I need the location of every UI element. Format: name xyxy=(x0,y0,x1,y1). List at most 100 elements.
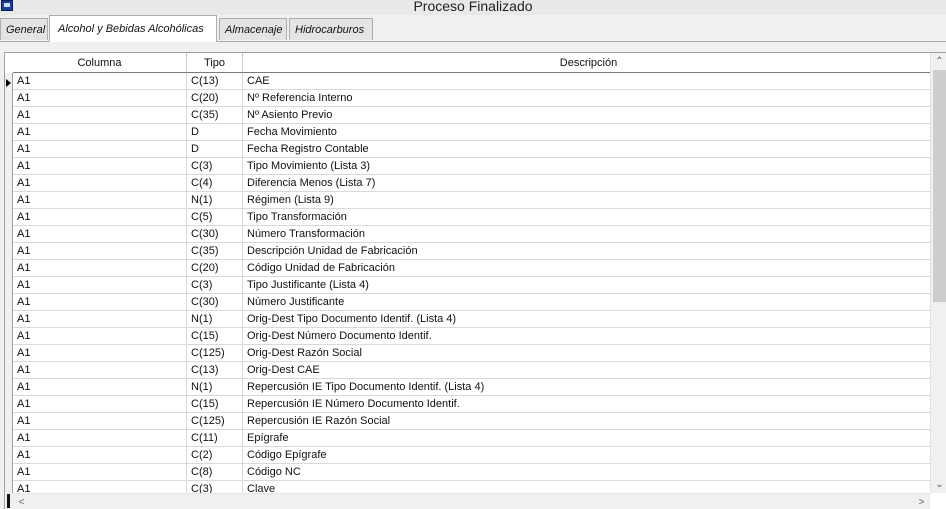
table-row[interactable]: A1 C(30) Número Justificante xyxy=(13,294,934,311)
table-row[interactable]: A1 C(35) Nº Asiento Previo xyxy=(13,107,934,124)
cell-descripcion[interactable]: Número Justificante xyxy=(243,294,934,310)
cell-descripcion[interactable]: Código Epígrafe xyxy=(243,447,934,463)
cell-tipo[interactable]: N(1) xyxy=(187,379,243,395)
scroll-up-icon[interactable]: ⌃ xyxy=(931,53,946,70)
table-row[interactable]: A1 C(20) Nº Referencia Interno xyxy=(13,90,934,107)
cell-descripcion[interactable]: Orig-Dest Tipo Documento Identif. (Lista… xyxy=(243,311,934,327)
cell-descripcion[interactable]: Orig-Dest Número Documento Identif. xyxy=(243,328,934,344)
cell-tipo[interactable]: C(20) xyxy=(187,90,243,106)
tab-alcohol-bebidas[interactable]: Alcohol y Bebidas Alcohólicas xyxy=(49,15,217,42)
cell-columna[interactable]: A1 xyxy=(13,192,187,208)
cell-descripcion[interactable]: Nº Asiento Previo xyxy=(243,107,934,123)
cell-tipo[interactable]: C(15) xyxy=(187,328,243,344)
scroll-right-icon[interactable]: > xyxy=(913,494,930,509)
cell-descripcion[interactable]: Repercusión IE Número Documento Identif. xyxy=(243,396,934,412)
cell-descripcion[interactable]: Código NC xyxy=(243,464,934,480)
cell-columna[interactable]: A1 xyxy=(13,294,187,310)
cell-descripcion[interactable]: Diferencia Menos (Lista 7) xyxy=(243,175,934,191)
cell-tipo[interactable]: D xyxy=(187,124,243,140)
cell-descripcion[interactable]: Epígrafe xyxy=(243,430,934,446)
cell-columna[interactable]: A1 xyxy=(13,73,187,89)
cell-tipo[interactable]: C(2) xyxy=(187,447,243,463)
column-header-tipo[interactable]: Tipo xyxy=(187,53,243,72)
cell-descripcion[interactable]: CAE xyxy=(243,73,934,89)
cell-tipo[interactable]: C(15) xyxy=(187,396,243,412)
cell-columna[interactable]: A1 xyxy=(13,107,187,123)
vertical-scroll-thumb[interactable] xyxy=(933,70,946,302)
tab-general[interactable]: General xyxy=(0,18,48,40)
cell-descripcion[interactable]: Orig-Dest Razón Social xyxy=(243,345,934,361)
cell-columna[interactable]: A1 xyxy=(13,226,187,242)
cell-columna[interactable]: A1 xyxy=(13,277,187,293)
table-row[interactable]: A1 C(11) Epígrafe xyxy=(13,430,934,447)
cell-tipo[interactable]: C(125) xyxy=(187,345,243,361)
table-row[interactable]: A1 C(15) Repercusión IE Número Documento I… xyxy=(13,396,934,413)
cell-tipo[interactable]: C(11) xyxy=(187,430,243,446)
table-row[interactable]: A1 D Fecha Movimiento xyxy=(13,124,934,141)
cell-columna[interactable]: A1 xyxy=(13,464,187,480)
cell-tipo[interactable]: D xyxy=(187,141,243,157)
tab-almacenaje[interactable]: Almacenaje xyxy=(219,18,287,40)
cell-tipo[interactable]: C(3) xyxy=(187,277,243,293)
table-row[interactable]: A1 C(125) Repercusión IE Razón Social xyxy=(13,413,934,430)
table-row[interactable]: A1 N(1) Orig-Dest Tipo Documento Identif. … xyxy=(13,311,934,328)
cell-descripcion[interactable]: Repercusión IE Razón Social xyxy=(243,413,934,429)
cell-descripcion[interactable]: Orig-Dest CAE xyxy=(243,362,934,378)
cell-tipo[interactable]: C(35) xyxy=(187,107,243,123)
table-row[interactable]: A1 C(20) Código Unidad de Fabricación xyxy=(13,260,934,277)
cell-columna[interactable]: A1 xyxy=(13,481,187,493)
cell-columna[interactable]: A1 xyxy=(13,328,187,344)
cell-tipo[interactable]: C(20) xyxy=(187,260,243,276)
cell-columna[interactable]: A1 xyxy=(13,260,187,276)
cell-tipo[interactable]: C(4) xyxy=(187,175,243,191)
table-row[interactable]: A1 C(8) Código NC xyxy=(13,464,934,481)
cell-tipo[interactable]: N(1) xyxy=(187,192,243,208)
scroll-left-icon[interactable]: < xyxy=(13,494,30,509)
table-row[interactable]: A1 C(5) Tipo Transformación xyxy=(13,209,934,226)
cell-columna[interactable]: A1 xyxy=(13,209,187,225)
table-row[interactable]: A1 C(4) Diferencia Menos (Lista 7) xyxy=(13,175,934,192)
cell-tipo[interactable]: C(125) xyxy=(187,413,243,429)
column-header-columna[interactable]: Columna xyxy=(13,53,187,72)
cell-descripcion[interactable]: Tipo Movimiento (Lista 3) xyxy=(243,158,934,174)
cell-descripcion[interactable]: Tipo Transformación xyxy=(243,209,934,225)
cell-tipo[interactable]: N(1) xyxy=(187,311,243,327)
cell-tipo[interactable]: C(13) xyxy=(187,362,243,378)
cell-descripcion[interactable]: Repercusión IE Tipo Documento Identif. (… xyxy=(243,379,934,395)
cell-descripcion[interactable]: Fecha Movimiento xyxy=(243,124,934,140)
cell-columna[interactable]: A1 xyxy=(13,158,187,174)
cell-descripcion[interactable]: Clave xyxy=(243,481,934,493)
table-row[interactable]: A1 C(3) Clave xyxy=(13,481,934,493)
cell-tipo[interactable]: C(5) xyxy=(187,209,243,225)
cell-descripcion[interactable]: Código Unidad de Fabricación xyxy=(243,260,934,276)
table-row[interactable]: A1 C(15) Orig-Dest Número Documento Identi… xyxy=(13,328,934,345)
table-row[interactable]: A1 N(1) Régimen (Lista 9) xyxy=(13,192,934,209)
cell-columna[interactable]: A1 xyxy=(13,90,187,106)
cell-descripcion[interactable]: Número Transformación xyxy=(243,226,934,242)
table-row[interactable]: A1 C(35) Descripción Unidad de Fabricación xyxy=(13,243,934,260)
cell-columna[interactable]: A1 xyxy=(13,345,187,361)
cell-tipo[interactable]: C(30) xyxy=(187,226,243,242)
cell-descripcion[interactable]: Nº Referencia Interno xyxy=(243,90,934,106)
cell-columna[interactable]: A1 xyxy=(13,362,187,378)
cell-descripcion[interactable]: Tipo Justificante (Lista 4) xyxy=(243,277,934,293)
cell-tipo[interactable]: C(35) xyxy=(187,243,243,259)
cell-descripcion[interactable]: Fecha Registro Contable xyxy=(243,141,934,157)
table-row[interactable]: A1 C(13) CAE xyxy=(13,73,934,90)
cell-columna[interactable]: A1 xyxy=(13,311,187,327)
column-header-descripcion[interactable]: Descripción xyxy=(243,53,934,72)
cell-columna[interactable]: A1 xyxy=(13,124,187,140)
horizontal-scrollbar[interactable]: < > xyxy=(13,493,930,509)
table-row[interactable]: A1 C(3) Tipo Movimiento (Lista 3) xyxy=(13,158,934,175)
cell-columna[interactable]: A1 xyxy=(13,430,187,446)
table-row[interactable]: A1 C(13) Orig-Dest CAE xyxy=(13,362,934,379)
table-row[interactable]: A1 C(125) Orig-Dest Razón Social xyxy=(13,345,934,362)
cell-columna[interactable]: A1 xyxy=(13,175,187,191)
cell-columna[interactable]: A1 xyxy=(13,413,187,429)
cell-tipo[interactable]: C(30) xyxy=(187,294,243,310)
cell-tipo[interactable]: C(3) xyxy=(187,158,243,174)
table-row[interactable]: A1 N(1) Repercusión IE Tipo Documento Iden… xyxy=(13,379,934,396)
cell-tipo[interactable]: C(13) xyxy=(187,73,243,89)
table-row[interactable]: A1 C(30) Número Transformación xyxy=(13,226,934,243)
cell-columna[interactable]: A1 xyxy=(13,447,187,463)
